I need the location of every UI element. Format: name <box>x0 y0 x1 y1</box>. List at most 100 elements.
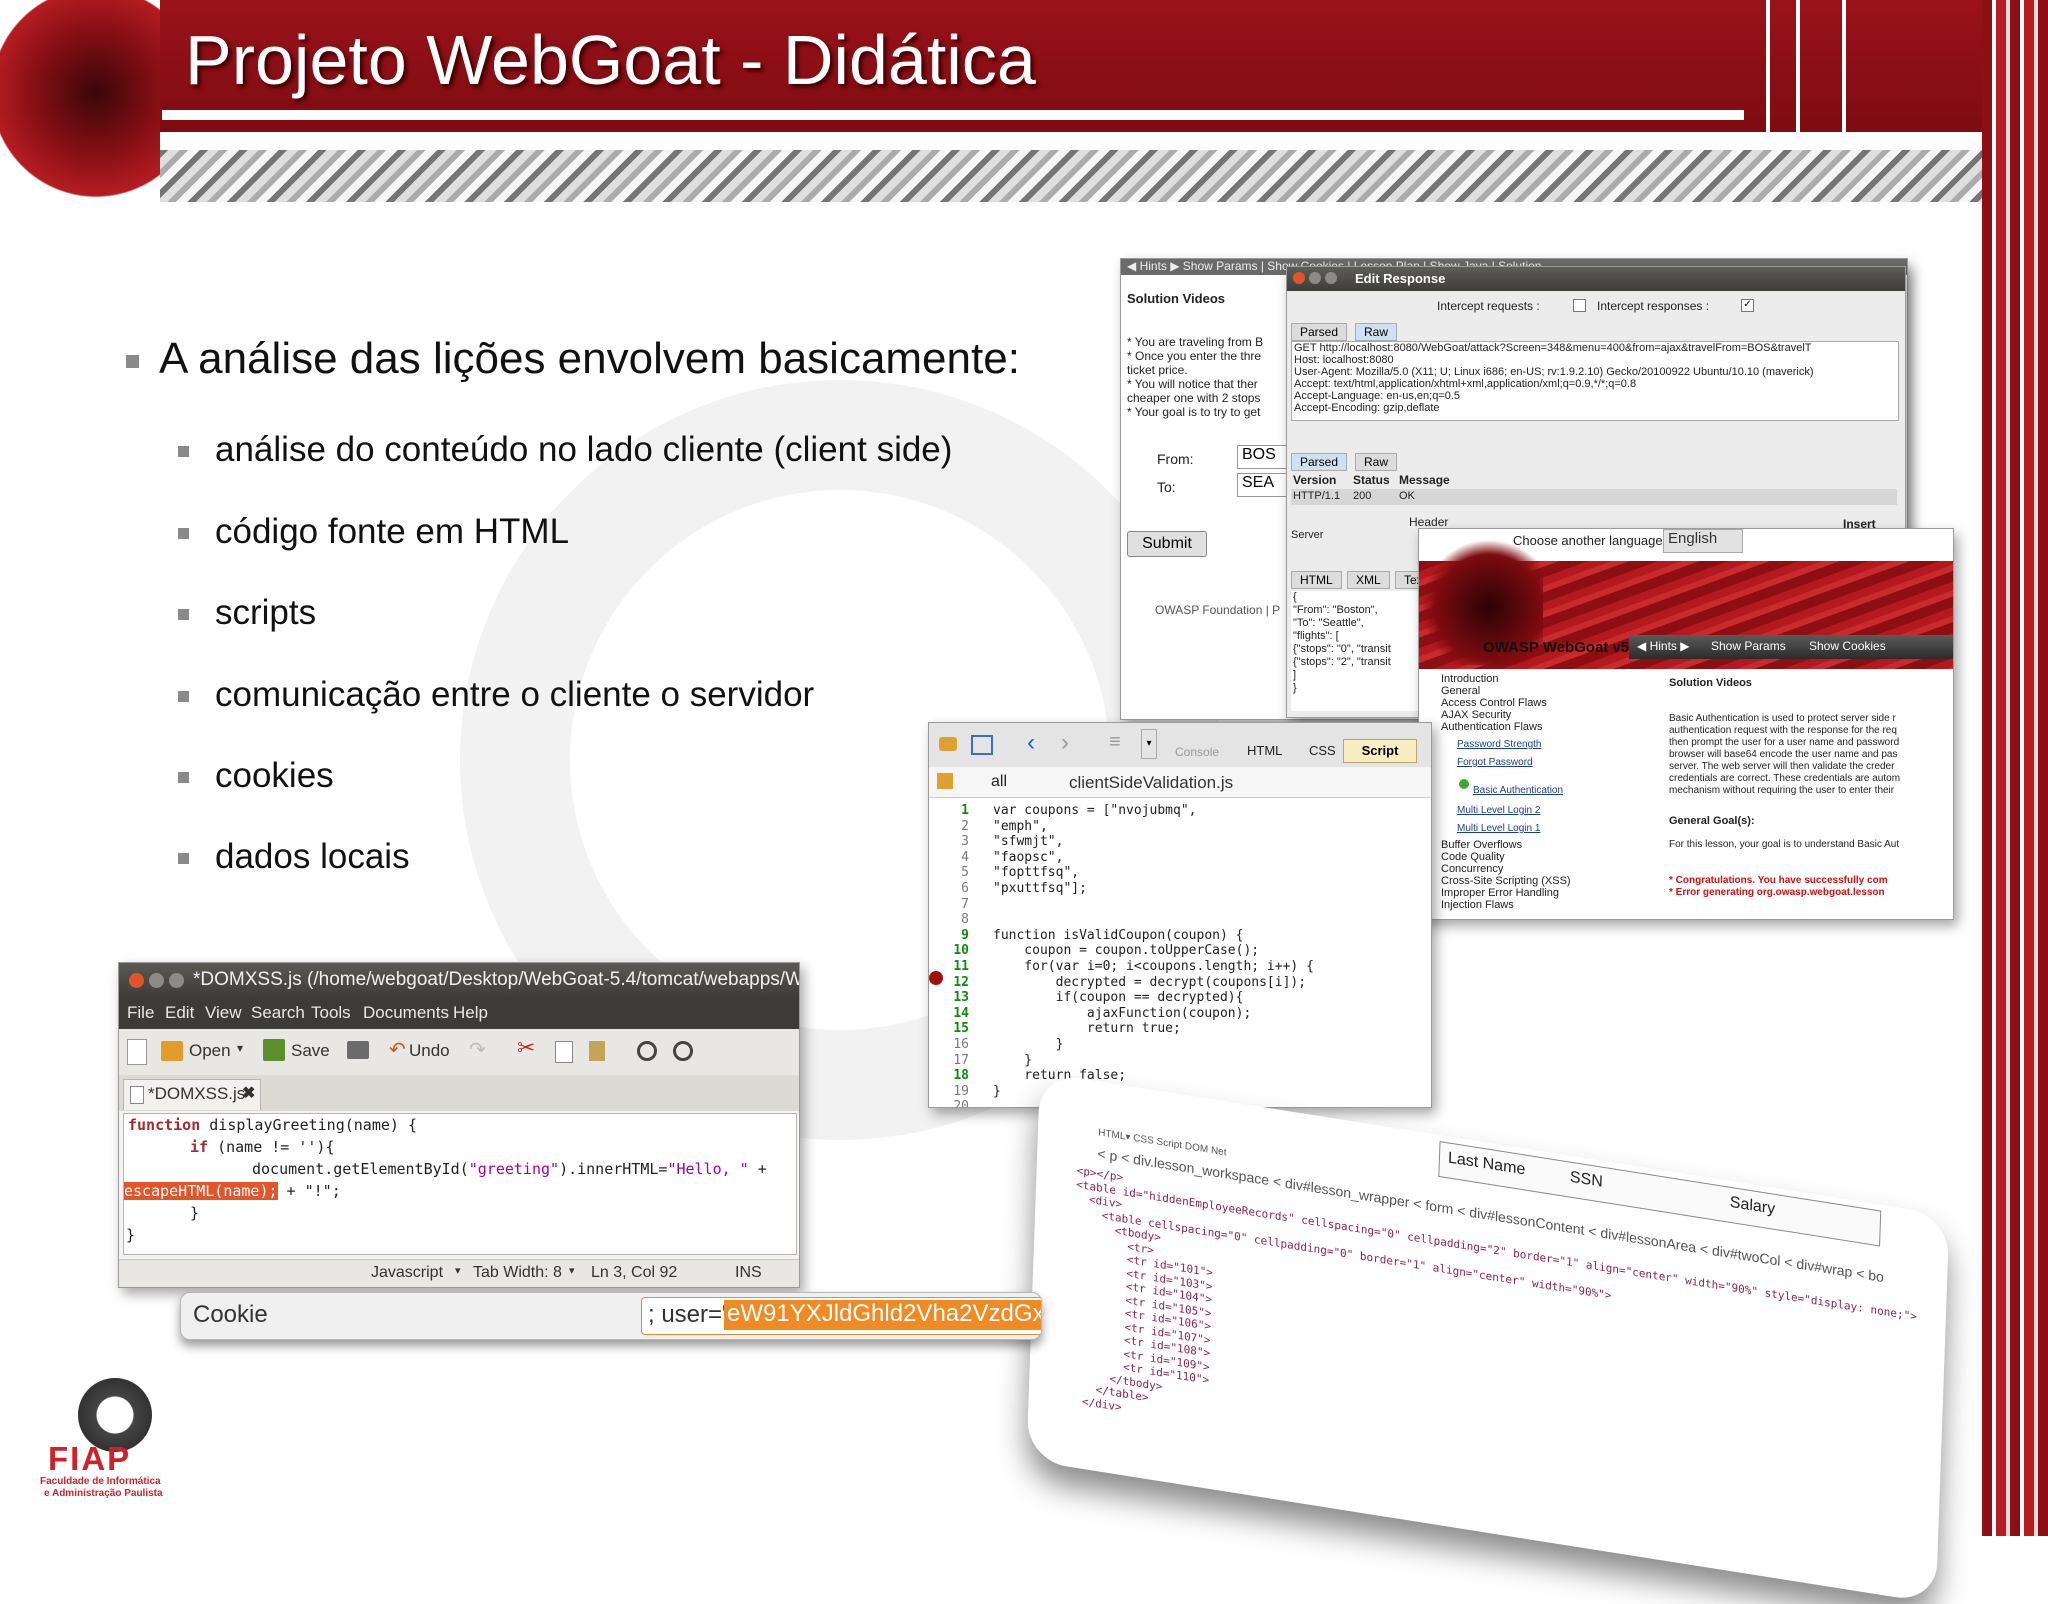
panel-menu-icon[interactable]: ▾ <box>1141 729 1157 759</box>
to-input[interactable]: SEA <box>1237 473 1293 497</box>
save-button[interactable]: Save <box>291 1041 330 1061</box>
tab-console[interactable]: Console <box>1175 745 1219 759</box>
tab-parsed[interactable]: Parsed <box>1291 323 1348 341</box>
from-input[interactable]: BOS <box>1237 445 1293 469</box>
lesson-menu-item[interactable]: Authentication Flaws <box>1441 721 1543 733</box>
menu-view[interactable]: View <box>205 1003 242 1023</box>
close-tab-icon[interactable]: ✖ <box>242 1083 255 1103</box>
lesson-menu-item[interactable]: Cross-Site Scripting (XSS) <box>1441 875 1571 887</box>
line-number[interactable]: 12 <box>933 975 969 990</box>
submit-button[interactable]: Submit <box>1127 531 1207 557</box>
line-number[interactable]: 14 <box>933 1006 969 1021</box>
undo-icon[interactable]: ↶ <box>389 1037 406 1062</box>
minimize-icon[interactable] <box>1309 272 1321 284</box>
search-icon[interactable] <box>637 1041 657 1061</box>
line-number[interactable]: 5 <box>933 865 969 880</box>
breakpoints-icon[interactable] <box>937 773 953 789</box>
undo-button[interactable]: Undo <box>409 1041 450 1061</box>
cookie-value-field[interactable]: ; user=" eW91YXJldGhld2Vha2VzdGxp <box>641 1297 1041 1335</box>
language-selector[interactable]: Javascript <box>371 1264 443 1282</box>
line-number[interactable]: 4 <box>933 850 969 865</box>
lesson-menu-item[interactable]: Buffer Overflows <box>1441 839 1522 851</box>
tab-raw-response[interactable]: Raw <box>1355 453 1398 471</box>
close-icon[interactable] <box>129 973 144 988</box>
menu-file[interactable]: File <box>127 1003 154 1023</box>
tab-script[interactable]: Script <box>1343 739 1417 763</box>
lesson-menu-item[interactable]: AJAX Security <box>1441 709 1511 721</box>
cut-icon[interactable]: ✂ <box>517 1035 535 1061</box>
hints-button[interactable]: ◀ Hints ▶ <box>1637 639 1689 653</box>
line-number[interactable]: 19 <box>933 1084 969 1099</box>
script-source-view[interactable]: 1 var coupons = ["nvojubmq", 2 "emph", 3 "sfw… <box>929 803 1431 1107</box>
tab-html[interactable]: HTML <box>1247 743 1282 758</box>
line-number[interactable]: 20 <box>933 1099 969 1107</box>
tab-domxss[interactable]: *DOMXSS.js ✖ <box>123 1079 261 1110</box>
script-filter-dropdown[interactable]: all <box>991 773 1007 791</box>
redo-icon[interactable]: ↷ <box>469 1037 486 1062</box>
tab-css[interactable]: CSS <box>1309 743 1336 758</box>
intercept-requests-checkbox[interactable] <box>1573 299 1586 312</box>
maximize-icon[interactable] <box>1325 272 1337 284</box>
lesson-menu-item[interactable]: Concurrency <box>1441 863 1503 875</box>
line-number[interactable]: 17 <box>933 1053 969 1068</box>
line-number[interactable]: 13 <box>933 990 969 1005</box>
minimize-icon[interactable] <box>149 973 164 988</box>
menu-tools[interactable]: Tools <box>311 1003 351 1023</box>
copy-icon[interactable] <box>555 1041 573 1063</box>
line-number[interactable]: 16 <box>933 1037 969 1052</box>
server-header-row[interactable]: Server <box>1291 529 1323 541</box>
inspect-icon[interactable] <box>971 735 993 755</box>
back-arrow-icon[interactable]: ‹ <box>1027 729 1035 757</box>
menu-documents[interactable]: Documents <box>363 1003 449 1023</box>
solution-videos-link[interactable]: Solution Videos <box>1669 677 1752 689</box>
solution-videos-link[interactable]: Solution Videos <box>1127 291 1225 306</box>
open-button[interactable]: Open <box>189 1041 231 1061</box>
line-number[interactable]: 15 <box>933 1021 969 1036</box>
line-number[interactable]: 6 <box>933 881 969 896</box>
open-folder-icon[interactable] <box>161 1041 183 1061</box>
line-number[interactable]: 8 <box>933 912 969 927</box>
code-editor[interactable]: function displayGreeting(name) { if (nam… <box>123 1113 797 1255</box>
intercept-responses-checkbox[interactable]: ✓ <box>1741 299 1754 312</box>
print-icon[interactable] <box>347 1041 369 1059</box>
lesson-submenu-item[interactable]: Multi Level Login 1 <box>1457 823 1540 834</box>
search-replace-icon[interactable] <box>673 1041 693 1061</box>
lesson-submenu-item[interactable]: Forgot Password <box>1457 757 1533 768</box>
menu-search[interactable]: Search <box>251 1003 305 1023</box>
lesson-menu-item[interactable]: Code Quality <box>1441 851 1505 863</box>
line-number[interactable]: 3 <box>933 834 969 849</box>
language-select[interactable]: English <box>1663 529 1743 553</box>
paste-icon[interactable] <box>589 1041 605 1061</box>
lesson-menu-item[interactable]: Injection Flaws <box>1441 899 1514 911</box>
tab-xml[interactable]: XML <box>1347 571 1390 589</box>
firebug-icon[interactable] <box>939 737 957 751</box>
lesson-submenu-item[interactable]: Password Strength <box>1457 739 1542 750</box>
save-icon[interactable] <box>263 1039 285 1061</box>
menu-edit[interactable]: Edit <box>165 1003 194 1023</box>
lesson-menu-item[interactable]: Improper Error Handling <box>1441 887 1559 899</box>
tab-width-selector[interactable]: Tab Width: 8 <box>473 1264 562 1282</box>
script-file-dropdown[interactable]: clientSideValidation.js <box>1069 773 1233 793</box>
new-document-icon[interactable] <box>127 1039 147 1065</box>
line-number[interactable]: 10 <box>933 943 969 958</box>
lesson-menu-item[interactable]: Introduction <box>1441 673 1498 685</box>
lesson-menu-item[interactable]: General <box>1441 685 1480 697</box>
menu-help[interactable]: Help <box>453 1003 488 1023</box>
line-number[interactable]: 7 <box>933 897 969 912</box>
open-dropdown-icon[interactable]: ▾ <box>237 1041 243 1055</box>
maximize-icon[interactable] <box>169 973 184 988</box>
forward-arrow-icon[interactable]: › <box>1061 729 1069 757</box>
lesson-menu-item[interactable]: Access Control Flaws <box>1441 697 1547 709</box>
close-icon[interactable] <box>1293 272 1305 284</box>
lesson-submenu-item[interactable]: Multi Level Login 2 <box>1457 805 1540 816</box>
tab-parsed-response[interactable]: Parsed <box>1291 453 1348 471</box>
response-status-row[interactable]: HTTP/1.1 200 OK <box>1291 489 1897 505</box>
request-raw-textarea[interactable]: GET http://localhost:8080/WebGoat/attack… <box>1291 341 1899 421</box>
show-cookies-button[interactable]: Show Cookies <box>1809 639 1886 653</box>
line-number[interactable]: 11 <box>933 959 969 974</box>
line-number[interactable]: 1 <box>933 803 969 818</box>
line-number[interactable]: 18 <box>933 1068 969 1083</box>
line-number[interactable]: 2 <box>933 819 969 834</box>
list-icon[interactable]: ≡ <box>1109 731 1121 754</box>
tab-html[interactable]: HTML <box>1291 571 1342 589</box>
